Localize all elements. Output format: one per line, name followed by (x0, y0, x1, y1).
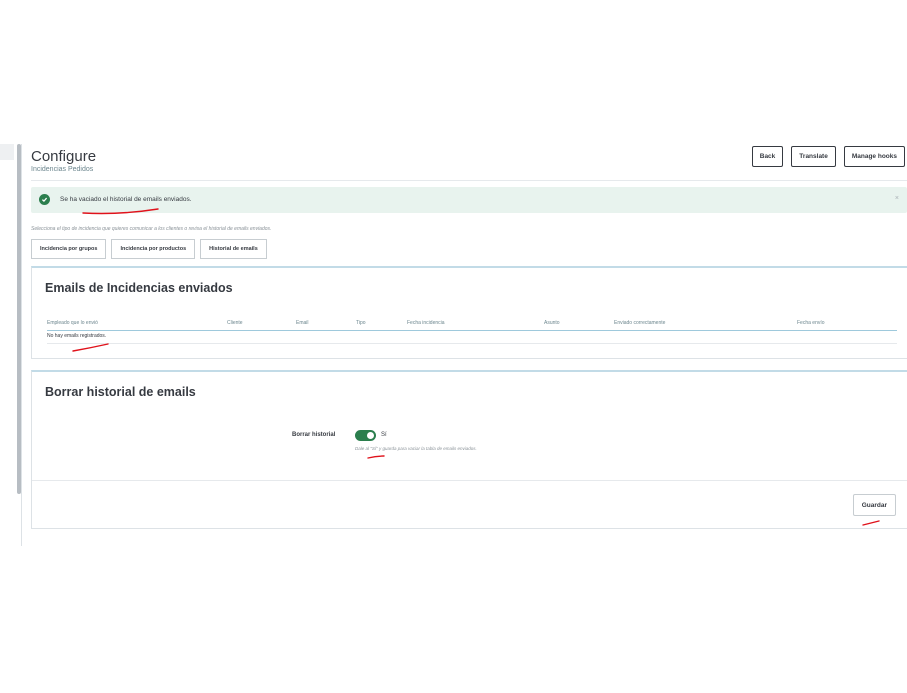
col-fecha-envio[interactable]: Fecha envío (797, 320, 825, 326)
col-empleado[interactable]: Empleado que lo envió (47, 320, 98, 326)
clear-history-panel: Borrar historial de emails Borrar histor… (31, 370, 907, 529)
tab-historial-de-emails[interactable]: Historial de emails (200, 239, 267, 259)
incidence-tabs: Incidencia por grupos Incidencia por pro… (31, 239, 267, 259)
close-icon[interactable]: × (895, 195, 899, 202)
manage-hooks-button[interactable]: Manage hooks (843, 146, 905, 167)
content-divider (21, 144, 22, 546)
empty-message: No hay emails registrados. (47, 333, 107, 339)
table-row: No hay emails registrados. (47, 332, 897, 344)
check-circle-icon (39, 194, 50, 205)
save-button[interactable]: Guardar (852, 494, 896, 516)
emails-panel-title: Emails de Incidencias enviados (45, 281, 233, 295)
clear-panel-title: Borrar historial de emails (45, 385, 196, 399)
page-title: Configure (31, 148, 97, 165)
col-fecha-incidencia[interactable]: Fecha incidencia (407, 320, 445, 326)
tab-incidencia-por-grupos[interactable]: Incidencia por grupos (31, 239, 107, 259)
scrollbar[interactable] (17, 144, 21, 494)
col-cliente[interactable]: Cliente (227, 320, 243, 326)
tab-incidencia-por-productos[interactable]: Incidencia por productos (111, 239, 196, 259)
translate-button[interactable]: Translate (791, 146, 836, 167)
page-subtitle: Incidencias Pedidos (31, 166, 94, 173)
alert-message: Se ha vaciado el historial de emails env… (60, 196, 192, 203)
back-button[interactable]: Back (751, 146, 784, 167)
col-tipo[interactable]: Tipo (356, 320, 366, 326)
sidebar-edge (0, 144, 14, 160)
success-alert: Se ha vaciado el historial de emails env… (31, 187, 907, 213)
emails-panel: Emails de Incidencias enviados Empleado … (31, 266, 907, 359)
col-email[interactable]: Email (296, 320, 309, 326)
switch-help-text: Dale al "Sí" y guarda para vaciar la tab… (355, 446, 477, 451)
panel-footer: Guardar (32, 480, 907, 527)
borrar-historial-switch[interactable] (355, 430, 376, 441)
col-asunto[interactable]: Asunto (544, 320, 560, 326)
emails-table-header: Empleado que lo envió Cliente Email Tipo… (47, 318, 897, 331)
borrar-historial-label: Borrar historial (292, 432, 336, 438)
page-header: Configure Incidencias Pedidos Back Trans… (31, 146, 907, 181)
col-enviado-correctamente[interactable]: Enviado correctamente (614, 320, 665, 326)
switch-value-label: Sí (381, 432, 387, 438)
toolbar: Back Translate Manage hooks (751, 146, 905, 167)
tab-hint: Selecciona el tipo de incidencia que qui… (31, 226, 272, 232)
